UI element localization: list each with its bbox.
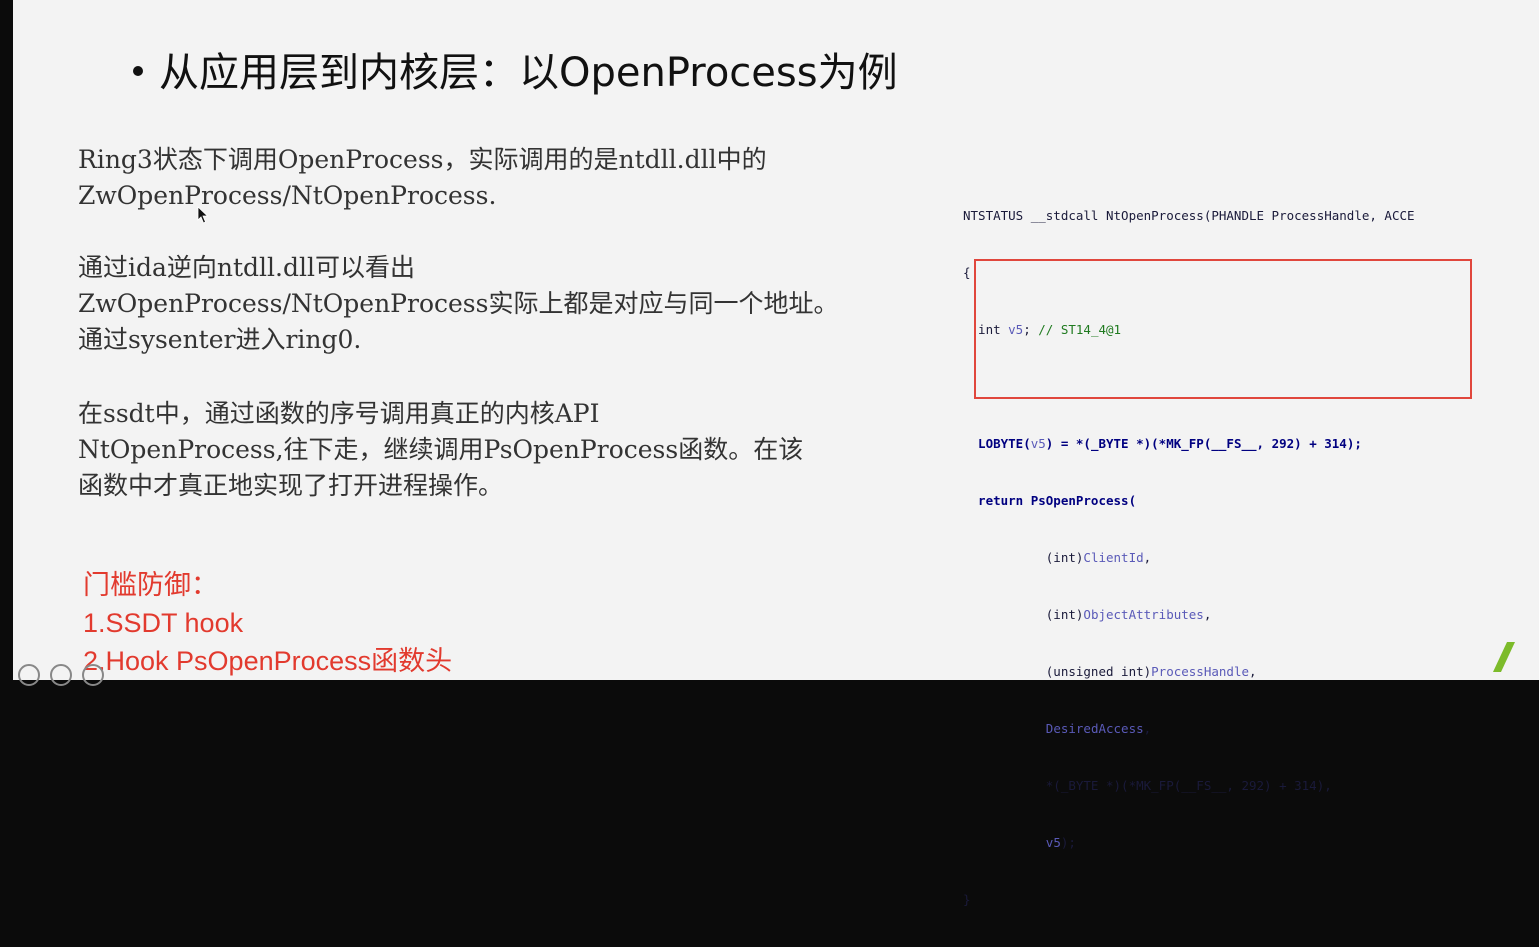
slide-title: 从应用层到内核层：以OpenProcess为例 — [133, 40, 898, 98]
mouse-cursor-icon — [197, 206, 209, 224]
paragraph-ssdt: 在ssdt中，通过函数的序号调用真正的内核API NtOpenProcess,往… — [78, 396, 908, 504]
code-line: DesiredAccess, — [1045, 721, 1152, 736]
defense-item: 2.Hook PsOpenProcess函数头 — [83, 646, 453, 676]
code-line: LOBYTE(v5) = *(_BYTE *)(*MK_FP(__FS__, 2… — [963, 436, 1362, 451]
zoom-icon[interactable] — [82, 664, 104, 686]
paragraph-ida: 通过ida逆向ntdll.dll可以看出 ZwOpenProcess/NtOpe… — [78, 250, 908, 358]
menu-icon[interactable] — [50, 664, 72, 686]
prev-slide-icon[interactable] — [18, 664, 40, 686]
highlight-box — [974, 259, 1472, 399]
paragraph-line: 在ssdt中，通过函数的序号调用真正的内核API — [78, 399, 600, 428]
code-line: NTSTATUS __stdcall NtOpenProcess(PHANDLE… — [963, 208, 1415, 223]
code-line: v5); — [1045, 835, 1076, 850]
paragraph-line: 通过ida逆向ntdll.dll可以看出 — [78, 253, 415, 282]
title-text: 从应用层到内核层：以OpenProcess为例 — [159, 50, 898, 96]
code-line: (int)ClientId, — [963, 550, 1152, 565]
code-line: return PsOpenProcess( — [963, 493, 1137, 508]
paragraph-line: NtOpenProcess,往下走，继续调用PsOpenProcess函数。在该 — [78, 435, 804, 464]
paragraph-line: ZwOpenProcess/NtOpenProcess实际上都是对应与同一个地址… — [78, 289, 839, 318]
paragraph-ring3: Ring3状态下调用OpenProcess，实际调用的是ntdll.dll中的 … — [78, 142, 908, 214]
defense-heading: 门槛防御： — [83, 570, 218, 600]
code-line: *(_BYTE *)(*MK_FP(__FS__, 292) + 314), — [963, 778, 1332, 793]
defense-item: 1.SSDT hook — [83, 608, 244, 638]
code-line: (unsigned int)ProcessHandle, — [963, 664, 1257, 679]
logo-icon — [1493, 642, 1515, 672]
paragraph-line: Ring3状态下调用OpenProcess，实际调用的是ntdll.dll中的 — [78, 145, 767, 174]
defense-list: 门槛防御： 1.SSDT hook 2.Hook PsOpenProcess函数… — [83, 566, 452, 680]
paragraph-line: 函数中才真正地实现了打开进程操作。 — [78, 471, 504, 500]
paragraph-line: 通过sysenter进入ring0. — [78, 325, 362, 354]
code-line: (int)ObjectAttributes, — [963, 607, 1212, 622]
slide-nav — [18, 664, 104, 686]
bullet-icon — [133, 66, 143, 76]
code-line: } — [963, 892, 971, 907]
slide: 从应用层到内核层：以OpenProcess为例 Ring3状态下调用OpenPr… — [13, 0, 1539, 907]
